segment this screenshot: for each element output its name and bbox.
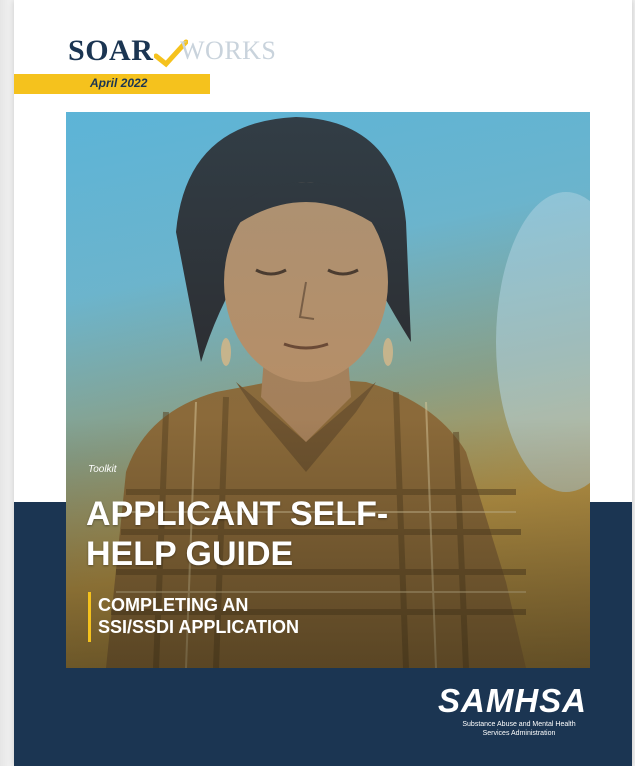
document-page: SOAR WORKS April 2022 Toolkit APPLICANT … bbox=[14, 0, 632, 766]
logo-soar-text: SOAR bbox=[68, 34, 154, 67]
cover-title: APPLICANT SELF- HELP GUIDE bbox=[86, 494, 466, 574]
samhsa-full-name-line2: Services Administration bbox=[482, 730, 556, 737]
publication-date: April 2022 bbox=[90, 76, 148, 90]
cover-kicker: Toolkit bbox=[88, 464, 117, 475]
logo-works-text: WORKS bbox=[180, 36, 277, 65]
cover-subtitle-line2: SSI/SSDI APPLICATION bbox=[98, 617, 300, 637]
cover-title-line1: APPLICANT SELF- bbox=[86, 495, 389, 533]
cover-subtitle-line1: COMPLETING AN bbox=[98, 595, 249, 615]
cover-photo bbox=[66, 112, 590, 668]
page-edge bbox=[0, 0, 14, 766]
cover-title-line2: HELP GUIDE bbox=[86, 535, 294, 573]
photo-gradient-overlay bbox=[66, 112, 590, 668]
cover-subtitle: COMPLETING AN SSI/SSDI APPLICATION bbox=[98, 594, 299, 638]
subtitle-accent-bar bbox=[88, 592, 91, 642]
samhsa-logo: SAMHSA bbox=[438, 682, 588, 719]
samhsa-full-name: Substance Abuse and Mental Health Servic… bbox=[444, 720, 594, 738]
samhsa-full-name-line1: Substance Abuse and Mental Health bbox=[462, 721, 576, 728]
soar-works-logo: SOAR WORKS bbox=[68, 34, 288, 74]
